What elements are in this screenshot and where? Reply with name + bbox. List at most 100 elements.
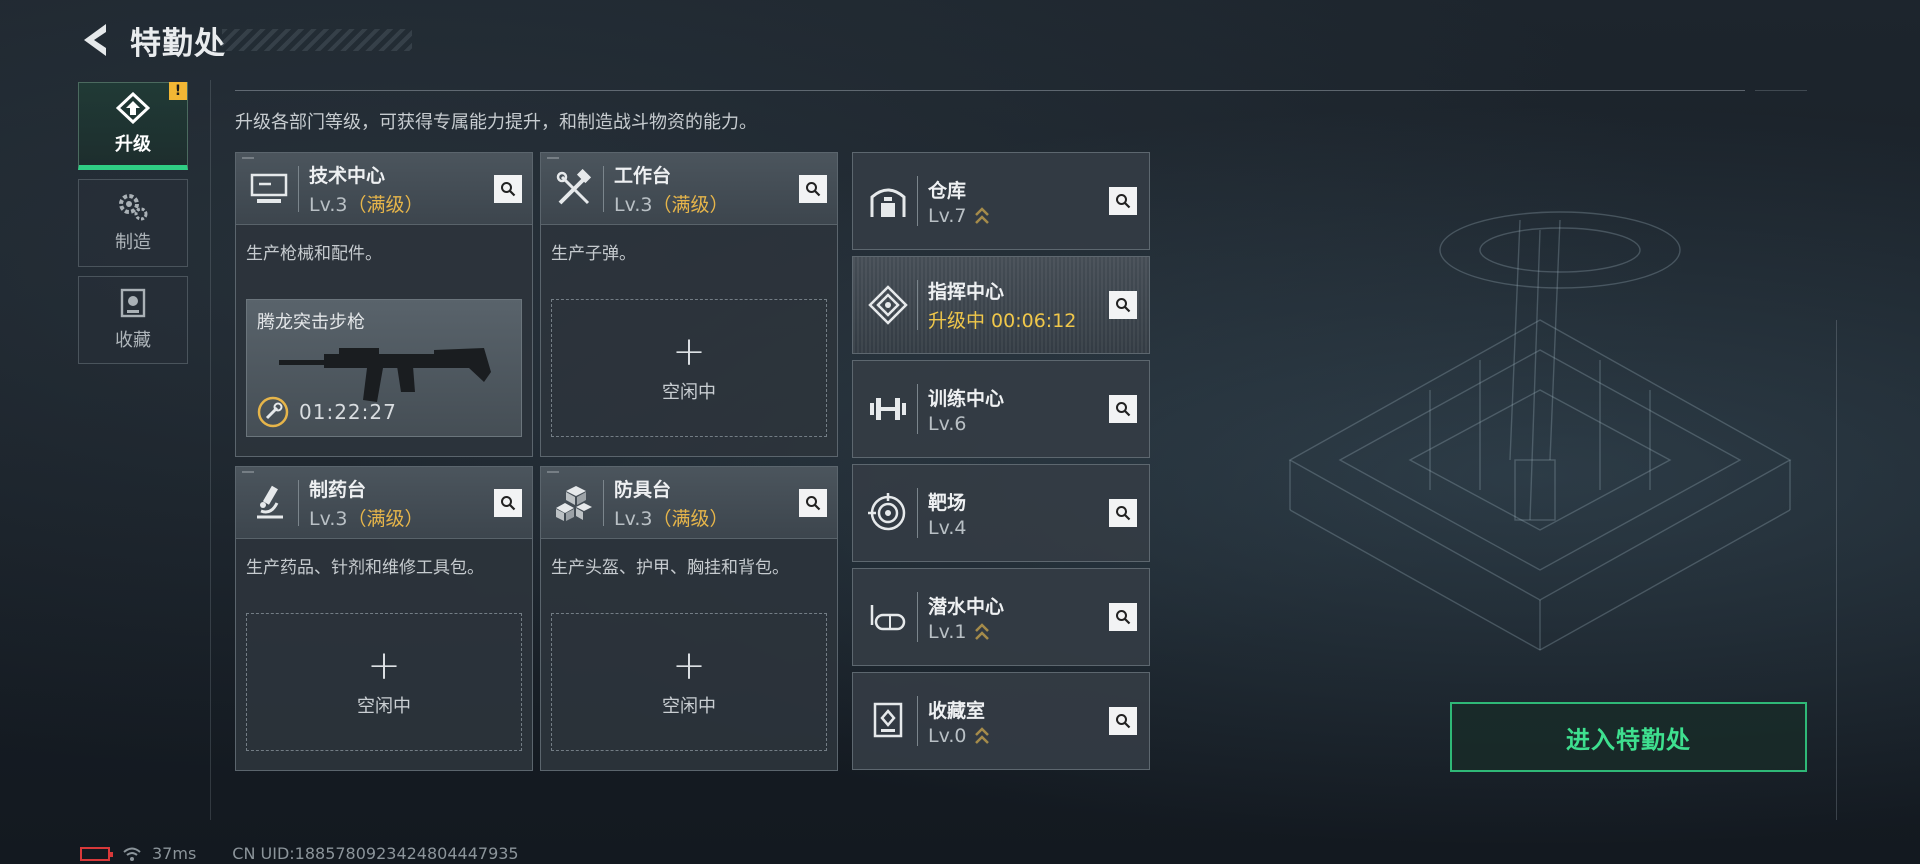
corner-tag (242, 471, 254, 473)
facility-level: Lv.0 (928, 725, 1109, 747)
command-emblem-icon (865, 282, 911, 328)
detail-button[interactable] (1109, 707, 1137, 735)
detail-button[interactable] (799, 488, 827, 517)
alert-badge: ! (169, 82, 187, 100)
display-case-icon (120, 288, 146, 318)
facility-level: Lv.3（满级） (614, 504, 799, 531)
display-case-icon (865, 698, 911, 744)
detail-button[interactable] (1109, 395, 1137, 423)
card-header: 技术中心 Lv.3（满级） (236, 153, 532, 225)
upgrade-available-icon (975, 206, 990, 224)
separator (917, 696, 918, 746)
magnifier-icon (1116, 714, 1131, 729)
card-description: 生产枪械和配件。 (246, 244, 382, 264)
page-description: 升级各部门等级，可获得专属能力提升，和制造战斗物资的能力。 (235, 112, 757, 133)
card-pharmacy: 制药台 Lv.3（满级） 生产药品、针剂和维修工具包。 + 空闲中 (235, 466, 533, 771)
idle-slot[interactable]: + 空闲中 (551, 613, 827, 751)
idle-slot[interactable]: + 空闲中 (246, 613, 522, 751)
product-name: 腾龙突击步枪 (257, 312, 365, 333)
facility-name: 收藏室 (928, 699, 986, 722)
idle-label: 空闲中 (662, 382, 716, 403)
facility-name: 仓库 (928, 179, 967, 202)
separator (603, 165, 604, 212)
facility-hologram (1288, 211, 1792, 651)
enter-button[interactable]: 进入特勤处 (1450, 702, 1807, 772)
card-description: 生产头盔、护甲、胸挂和背包。 (551, 558, 789, 578)
user-uid: CN UID:1885780923424804447935 (232, 844, 519, 863)
corner-tag (547, 471, 559, 473)
microscope-icon (246, 480, 292, 526)
detail-button[interactable] (1109, 499, 1137, 527)
wrench-icon (257, 396, 289, 428)
status-bar: 37ms CN UID:1885780923424804447935 (80, 844, 519, 863)
level-value: Lv.0 (928, 724, 967, 747)
idle-label: 空闲中 (357, 696, 411, 717)
computer-icon (246, 166, 292, 212)
card-description: 生产药品、针剂和维修工具包。 (246, 558, 484, 578)
nav-label: 制造 (115, 232, 151, 253)
idle-slot[interactable]: + 空闲中 (551, 299, 827, 437)
separator (917, 592, 918, 642)
facility-name: 工作台 (614, 164, 672, 187)
title-stripe (222, 29, 412, 51)
level-value: Lv.7 (928, 204, 967, 227)
magnifier-icon (1116, 506, 1131, 521)
detail-button[interactable] (494, 488, 522, 517)
idle-label: 空闲中 (662, 696, 716, 717)
magnifier-icon (1116, 610, 1131, 625)
battery-icon (80, 846, 113, 861)
max-level-tag: （满级） (347, 193, 424, 216)
facility-level: Lv.4 (928, 517, 1109, 539)
header: 特勤处 (78, 18, 412, 62)
detail-button[interactable] (494, 174, 522, 203)
card-workbench: 工作台 Lv.3（满级） 生产子弹。 + 空闲中 (540, 152, 838, 457)
magnifier-icon (1116, 402, 1131, 417)
facility-warehouse[interactable]: 仓库 Lv.7 (852, 152, 1150, 250)
card-armor: 防具台 Lv.3（满级） 生产头盔、护甲、胸挂和背包。 + 空闲中 (540, 466, 838, 771)
magnifier-icon (806, 495, 821, 510)
facility-shooting-range[interactable]: 靶场 Lv.4 (852, 464, 1150, 562)
facility-dive-center[interactable]: 潜水中心 Lv.1 (852, 568, 1150, 666)
separator (917, 176, 918, 226)
facility-collection-room[interactable]: 收藏室 Lv.0 (852, 672, 1150, 770)
level-value: Lv.4 (928, 516, 967, 539)
max-level-tag: （满级） (652, 193, 729, 216)
facility-name: 防具台 (614, 478, 672, 501)
level-value: Lv.1 (928, 620, 967, 643)
level-value: Lv.3 (614, 193, 653, 216)
detail-button[interactable] (1109, 603, 1137, 631)
divider (235, 90, 1745, 91)
magnifier-icon (501, 181, 516, 196)
upgrade-status: 升级中 00:06:12 (928, 310, 1077, 332)
nav-label: 升级 (115, 134, 151, 155)
separator (917, 384, 918, 434)
corner-tag (242, 157, 254, 159)
max-level-tag: （满级） (347, 507, 424, 530)
tools-icon (551, 166, 597, 212)
upgrade-available-icon (975, 622, 990, 640)
enter-button-label: 进入特勤处 (1566, 725, 1691, 754)
nav-item-collect[interactable]: 收藏 (78, 276, 188, 364)
warehouse-icon (865, 178, 911, 224)
detail-button[interactable] (799, 174, 827, 203)
facility-training-center[interactable]: 训练中心 Lv.6 (852, 360, 1150, 458)
detail-button[interactable] (1109, 291, 1137, 319)
nav-item-upgrade[interactable]: ! 升级 (78, 82, 188, 170)
card-description: 生产子弹。 (551, 244, 636, 264)
upgrade-icon (116, 92, 150, 124)
facility-level: Lv.3（满级） (614, 190, 799, 217)
production-slot[interactable]: 腾龙突击步枪 01:22:27 (246, 299, 522, 437)
facility-level: Lv.7 (928, 205, 1109, 227)
level-value: Lv.3 (309, 193, 348, 216)
diving-mask-icon (865, 594, 911, 640)
separator (603, 479, 604, 526)
add-icon: + (367, 643, 401, 689)
separator (917, 488, 918, 538)
back-button[interactable] (78, 20, 114, 60)
detail-button[interactable] (1109, 187, 1137, 215)
facility-command-center[interactable]: 指挥中心 升级中 00:06:12 (852, 256, 1150, 354)
separator (298, 479, 299, 526)
nav-item-craft[interactable]: 制造 (78, 179, 188, 267)
card-tech-center: 技术中心 Lv.3（满级） 生产枪械和配件。 腾龙突击步枪 01:22:27 (235, 152, 533, 457)
gear-icon (119, 194, 148, 221)
